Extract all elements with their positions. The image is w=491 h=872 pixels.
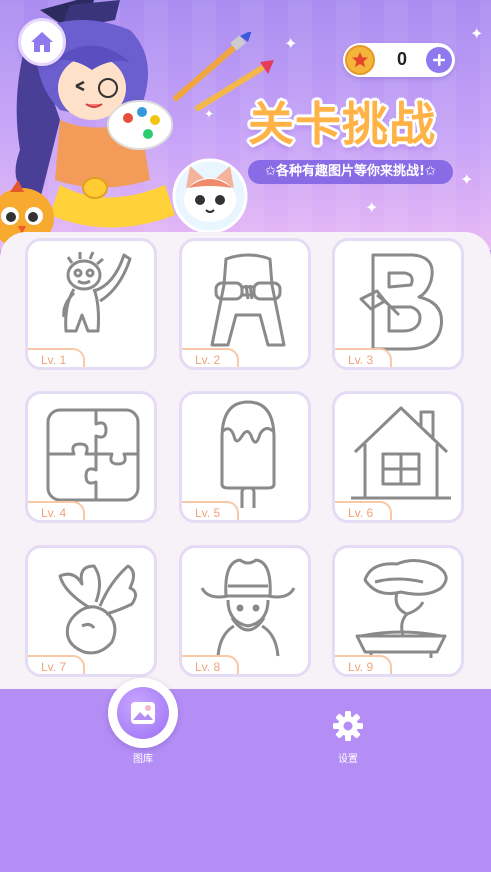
house-drawing (351, 406, 451, 500)
level-label: Lv. 9 (335, 655, 392, 674)
level-label: Lv. 3 (335, 348, 392, 367)
home-button[interactable] (18, 18, 66, 66)
letter-a-drawing (210, 253, 286, 347)
level-card-2[interactable]: Lv. 2 (179, 238, 311, 370)
level-label: Lv. 8 (182, 655, 239, 674)
nav-gallery-tab[interactable]: 图库 (108, 678, 178, 768)
level-card-1[interactable]: Lv. 1 (25, 238, 157, 370)
gallery-tab-bubble (108, 678, 178, 748)
header-banner: ✦ ✦ ✦ ✦ ✦ 关卡挑战 ✩各种有趣图片等你来挑战!✩ (0, 0, 491, 250)
sparkle-icon: ✦ (470, 24, 484, 43)
level-card-3[interactable]: Lv. 3 (332, 238, 464, 370)
gear-icon (333, 711, 363, 741)
nav-settings-tab[interactable]: 设置 (318, 710, 378, 766)
level-card-7[interactable]: Lv. 7 (25, 545, 157, 677)
level-label: Lv. 2 (182, 348, 239, 367)
sparkle-icon: ✦ (460, 170, 474, 189)
level-label: Lv. 7 (28, 655, 85, 674)
home-icon (31, 32, 53, 52)
level-card-6[interactable]: Lv. 6 (332, 391, 464, 523)
radish-drawing (58, 564, 137, 655)
level-label: Lv. 4 (28, 501, 85, 520)
cat-mascot-illustration (172, 158, 248, 234)
level-label: Lv. 1 (28, 348, 85, 367)
cowboy-drawing (200, 558, 296, 657)
ice-pop-drawing (220, 400, 276, 508)
level-label: Lv. 5 (182, 501, 239, 520)
sparkle-icon: ✦ (365, 198, 379, 217)
gallery-icon (131, 702, 155, 724)
plus-icon (433, 54, 445, 66)
level-card-4[interactable]: Lv. 4 (25, 391, 157, 523)
bottom-nav-bar (0, 689, 491, 872)
page-title: 关卡挑战 (248, 97, 436, 151)
add-coins-button[interactable] (426, 47, 452, 73)
level-card-8[interactable]: Lv. 8 (179, 545, 311, 677)
coin-counter: 0 (343, 43, 455, 77)
nav-settings-label: 设置 (338, 754, 358, 765)
sparkle-icon: ✦ (284, 34, 298, 53)
page-subtitle: ✩各种有趣图片等你来挑战!✩ (248, 160, 453, 184)
jigsaw-puzzle-drawing (46, 408, 140, 502)
star-coin-icon (345, 45, 375, 75)
cartoon-figure-drawing (62, 251, 132, 333)
coin-count: 0 (396, 49, 407, 69)
level-label: Lv. 6 (335, 501, 392, 520)
letter-b-drawing (359, 253, 444, 351)
level-card-9[interactable]: Lv. 9 (332, 545, 464, 677)
bonsai-tree-drawing (355, 559, 448, 658)
level-card-5[interactable]: Lv. 5 (179, 391, 311, 523)
nav-gallery-label: 图库 (133, 754, 153, 765)
